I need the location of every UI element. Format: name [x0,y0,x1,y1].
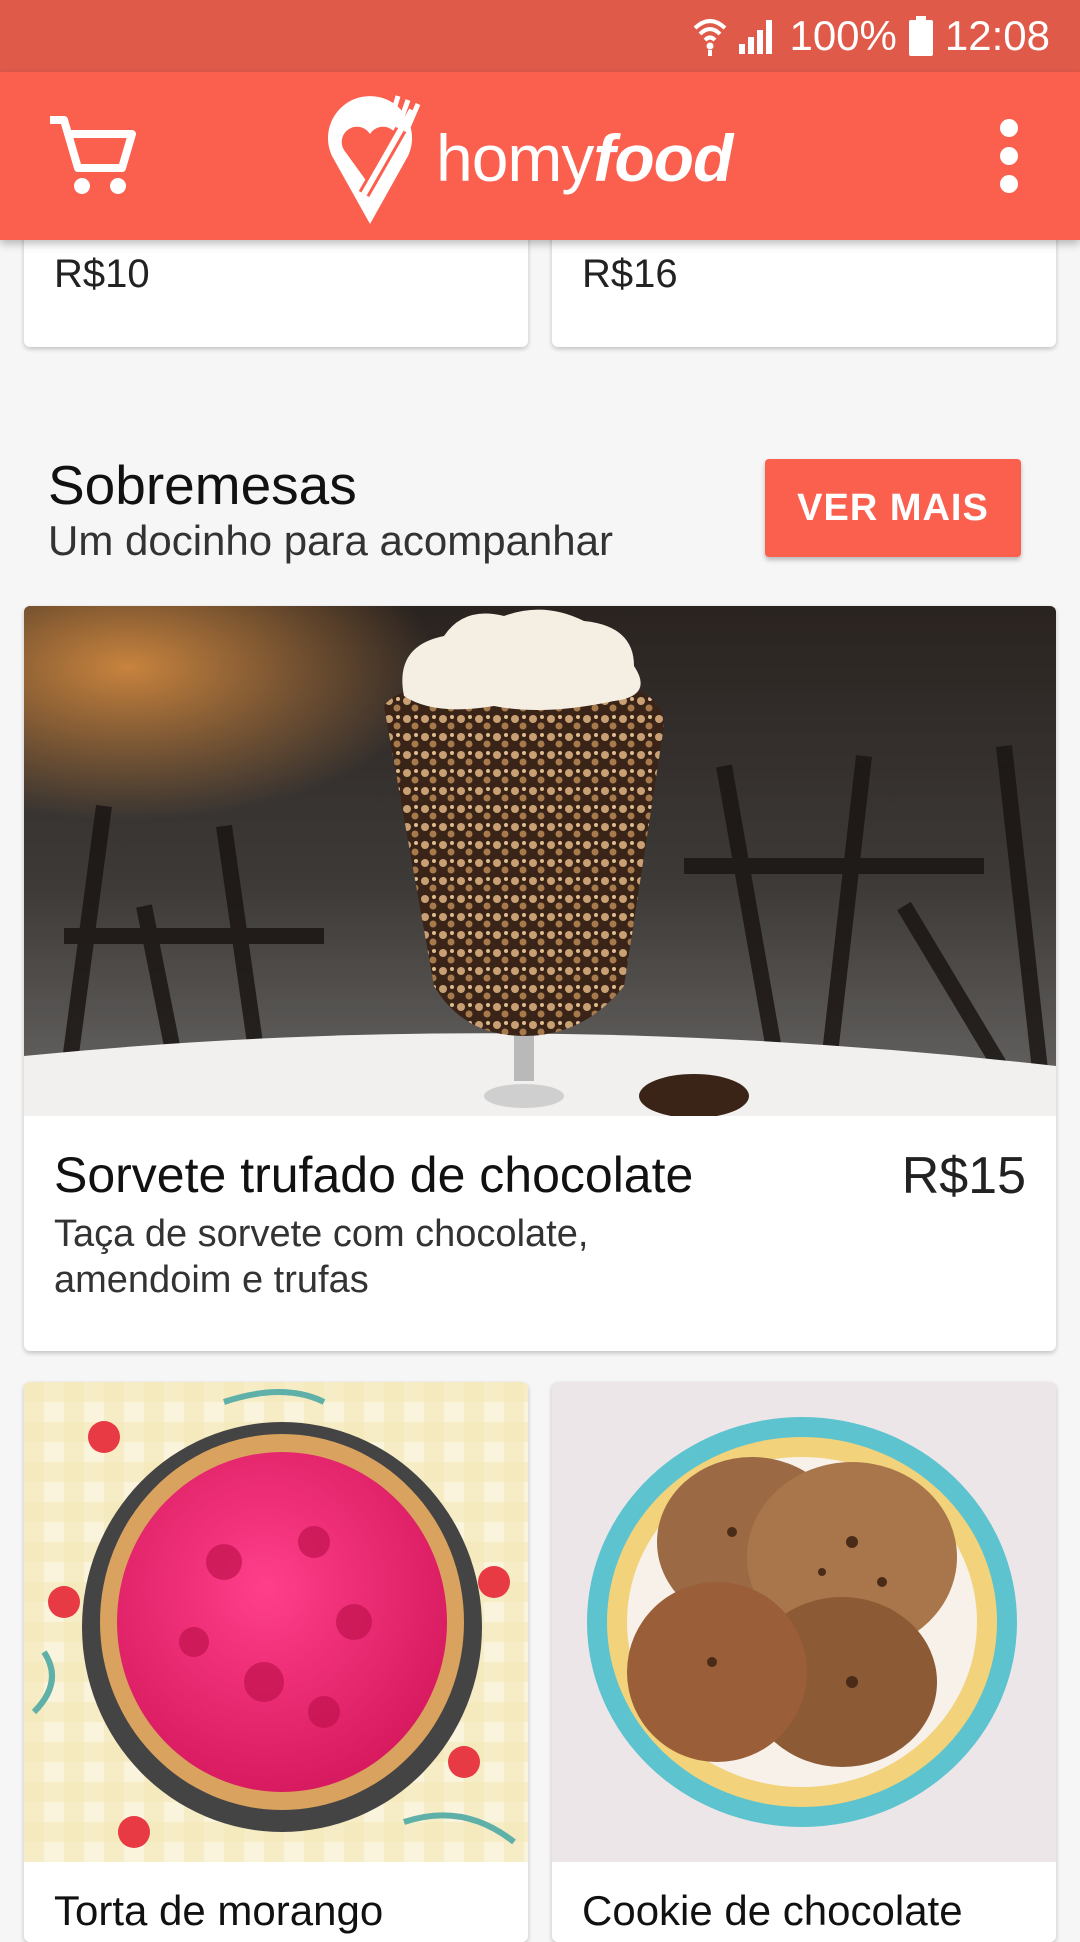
brand-name: homyfood [436,121,733,195]
featured-product-card[interactable]: Sorvete trufado de chocolate R$15 Taça d… [24,606,1056,1351]
clock: 12:08 [944,12,1050,59]
more-vert-icon[interactable] [985,116,1033,196]
section-header: Sobremesas Um docinho para acompanhar [48,458,613,565]
product-price: R$10 [54,252,150,296]
battery-percent: 100% [789,12,897,59]
section-subtitle: Um docinho para acompanhar [48,517,613,564]
signal-icon [739,18,777,54]
cookie-photo [552,1382,1056,1862]
product-price: R$16 [582,252,678,296]
battery-icon [908,16,933,56]
product-name: Sorvete trufado de chocolate [54,1147,694,1203]
product-price: R$15 [901,1147,1026,1205]
product-card[interactable]: Cookie de chocolate [552,1382,1056,1942]
brand-logo: homyfood [318,90,738,226]
ver-mais-button[interactable]: VER MAIS [765,459,1021,557]
product-description: Taça de sorvete com chocolate, amendoim … [54,1213,589,1301]
cart-icon[interactable] [48,112,136,200]
section-title: Sobremesas [48,454,357,516]
wifi-icon [693,16,727,56]
product-name: Cookie de chocolate [582,1887,963,1934]
status-bar: 100% 12:08 [0,0,1080,72]
product-name: Torta de morango [54,1887,384,1934]
app-bar: homyfood [0,72,1080,240]
logo-pin-icon [328,95,421,224]
strawberry-pie-photo [24,1382,528,1862]
product-card[interactable]: Torta de morango [24,1382,528,1942]
dessert-photo [24,606,1056,1116]
